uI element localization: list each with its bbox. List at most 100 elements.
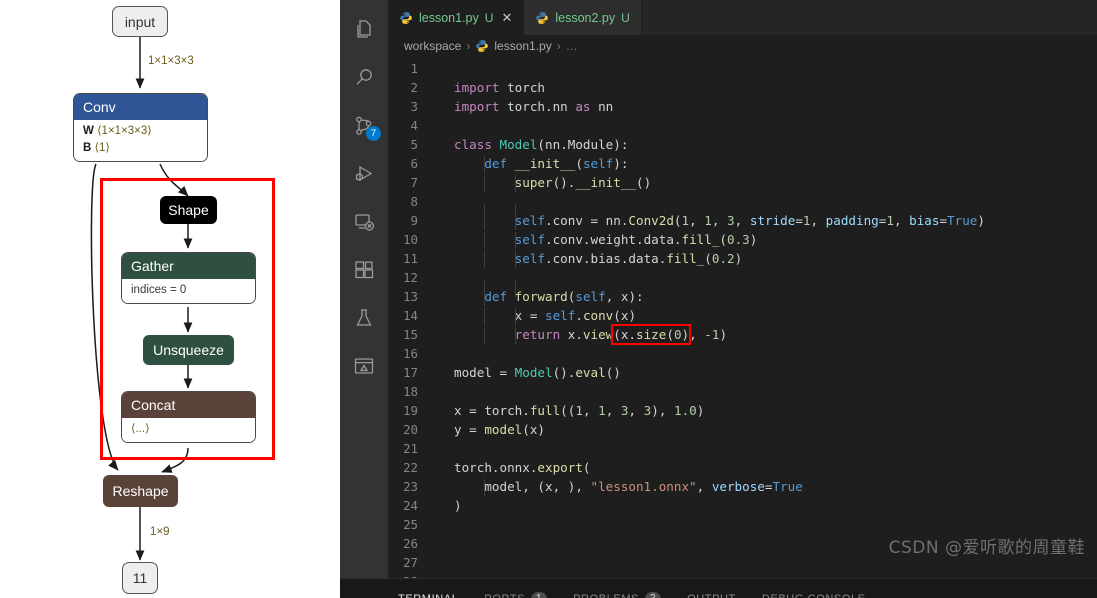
indent-guide	[484, 479, 486, 496]
code-line: 4	[388, 116, 1097, 135]
code-token: 1	[886, 213, 894, 228]
code-token: =	[795, 213, 803, 228]
graph-node-output[interactable]: 11	[122, 562, 158, 594]
edge-label-input-conv: 1×1×3×3	[148, 55, 194, 67]
graph-node-input-label: input	[124, 13, 156, 30]
line-number: 14	[403, 308, 418, 323]
code-token: fill_	[681, 232, 720, 247]
panel-tab-problems-badge: 2	[645, 591, 662, 598]
tab-lesson1-py-close-icon[interactable]: ✕	[501, 10, 512, 26]
panel-tab-problems[interactable]: PROBLEMS 2	[573, 579, 662, 598]
code-token: self	[514, 213, 546, 228]
code-token: 3	[727, 213, 735, 228]
line-number: 5	[410, 137, 418, 152]
indent-guide	[484, 213, 486, 230]
line-number: 18	[403, 384, 418, 399]
panel-icon[interactable]	[340, 342, 388, 390]
panel-tab-output[interactable]: OUTPUT	[687, 579, 736, 598]
code-line: 25	[388, 515, 1097, 534]
code-token: eval	[575, 365, 606, 380]
conv-attr-b-name: B	[83, 142, 92, 154]
tab-lesson2-py[interactable]: lesson2.py U	[524, 0, 642, 35]
panel-tab-terminal[interactable]: TERMINAL	[398, 579, 458, 598]
code-token: .conv.bias.data.	[545, 251, 667, 266]
model-graph-pane[interactable]: input 1×1×3×3 Conv W ⟨1×1×3×3⟩ B ⟨1⟩ Sha…	[0, 0, 340, 598]
code-token: export	[537, 460, 583, 475]
breadcrumb-tail[interactable]: …	[566, 39, 578, 53]
indent-guide	[484, 232, 486, 249]
breadcrumb-file[interactable]: lesson1.py	[494, 39, 551, 53]
code-token: "lesson1.onnx"	[590, 479, 697, 494]
vscode-window: 7 lesson1.py U ✕ lesson2.py U workspace …	[340, 0, 1097, 598]
code-token: Model	[499, 137, 538, 152]
panel-tab-debug-console[interactable]: DEBUG CONSOLE	[762, 579, 866, 598]
graph-node-gather[interactable]: Gather indices = 0	[121, 252, 256, 304]
graph-node-shape[interactable]: Shape	[160, 196, 217, 224]
graph-node-conv-header: Conv	[74, 94, 207, 120]
code-line: 14 x = self.conv(x)	[388, 306, 1097, 325]
graph-node-reshape[interactable]: Reshape	[103, 475, 178, 507]
panel-tab-terminal-label: TERMINAL	[398, 593, 458, 598]
run-and-debug-icon[interactable]	[340, 150, 388, 198]
panel-tab-ports[interactable]: PORTS 1	[484, 579, 548, 598]
extensions-icon[interactable]	[340, 246, 388, 294]
indent-guide	[484, 251, 486, 268]
graph-node-conv[interactable]: Conv W ⟨1×1×3×3⟩ B ⟨1⟩	[73, 93, 208, 162]
tab-lesson2-py-label: lesson2.py	[555, 10, 616, 25]
code-line-text: def __init__(self):	[440, 154, 628, 173]
code-token: 0	[673, 327, 682, 342]
code-line: 9 self.conv = nn.Conv2d(1, 1, 3, stride=…	[388, 211, 1097, 230]
code-token: self	[545, 308, 576, 323]
line-number: 19	[403, 403, 418, 418]
panel-tab-ports-badge: 1	[531, 591, 548, 598]
graph-node-concat[interactable]: Concat ⟨...⟩	[121, 391, 256, 443]
code-token: )	[454, 498, 462, 513]
line-number: 1	[410, 61, 418, 76]
code-token: )	[734, 251, 743, 266]
code-token: 1	[802, 213, 811, 228]
tab-lesson1-py[interactable]: lesson1.py U ✕	[388, 0, 525, 35]
code-line-text: super().__init__()	[440, 173, 651, 192]
code-token: ()	[605, 365, 621, 380]
code-line-text: model = Model().eval()	[440, 363, 621, 382]
code-token: .conv.weight.data.	[545, 232, 682, 247]
breadcrumb-separator-2: ›	[556, 39, 561, 53]
code-token: verbose	[711, 479, 765, 494]
line-number: 25	[403, 517, 418, 532]
search-icon[interactable]	[340, 54, 388, 102]
code-token: return	[514, 327, 568, 342]
graph-node-unsqueeze-label: Unsqueeze	[153, 342, 224, 358]
graph-node-concat-header: Concat	[122, 392, 255, 418]
code-token: .	[575, 308, 583, 323]
explorer-icon[interactable]	[340, 6, 388, 54]
editor-column: lesson1.py U ✕ lesson2.py U workspace › …	[388, 0, 1097, 578]
line-number: 4	[410, 118, 418, 133]
concat-attr-inputs: ⟨...⟩	[131, 423, 150, 435]
code-editor[interactable]: 1 2 import torch 3 import torch.nn as nn 4 5 cl…	[388, 57, 1097, 578]
code-token: super	[514, 175, 553, 190]
code-line: 5 class Model(nn.Module):	[388, 135, 1097, 154]
graph-node-unsqueeze[interactable]: Unsqueeze	[143, 335, 234, 365]
breadcrumb-root[interactable]: workspace	[404, 39, 461, 53]
code-token: Model	[514, 365, 553, 380]
testing-icon[interactable]	[340, 294, 388, 342]
breadcrumb[interactable]: workspace › lesson1.py › …	[388, 35, 1097, 57]
line-number: 10	[403, 232, 418, 247]
line-number: 27	[403, 555, 418, 570]
code-token: .conv = nn.	[545, 213, 629, 228]
line-number: 24	[403, 498, 418, 513]
remote-explorer-icon[interactable]	[340, 198, 388, 246]
source-control-icon[interactable]: 7	[340, 102, 388, 150]
graph-node-input[interactable]: input	[112, 6, 168, 37]
indent-guide	[514, 175, 516, 192]
code-token: ,	[734, 213, 750, 228]
code-token: )	[719, 327, 728, 342]
line-number: 2	[410, 80, 418, 95]
code-token: forward	[514, 289, 568, 304]
code-token: self	[582, 156, 614, 171]
indent-guide	[514, 308, 516, 325]
code-token: fill_	[666, 251, 705, 266]
conv-attr-w-value: ⟨1×1×3×3⟩	[97, 125, 152, 137]
edge-label-reshape-output: 1×9	[150, 526, 170, 538]
